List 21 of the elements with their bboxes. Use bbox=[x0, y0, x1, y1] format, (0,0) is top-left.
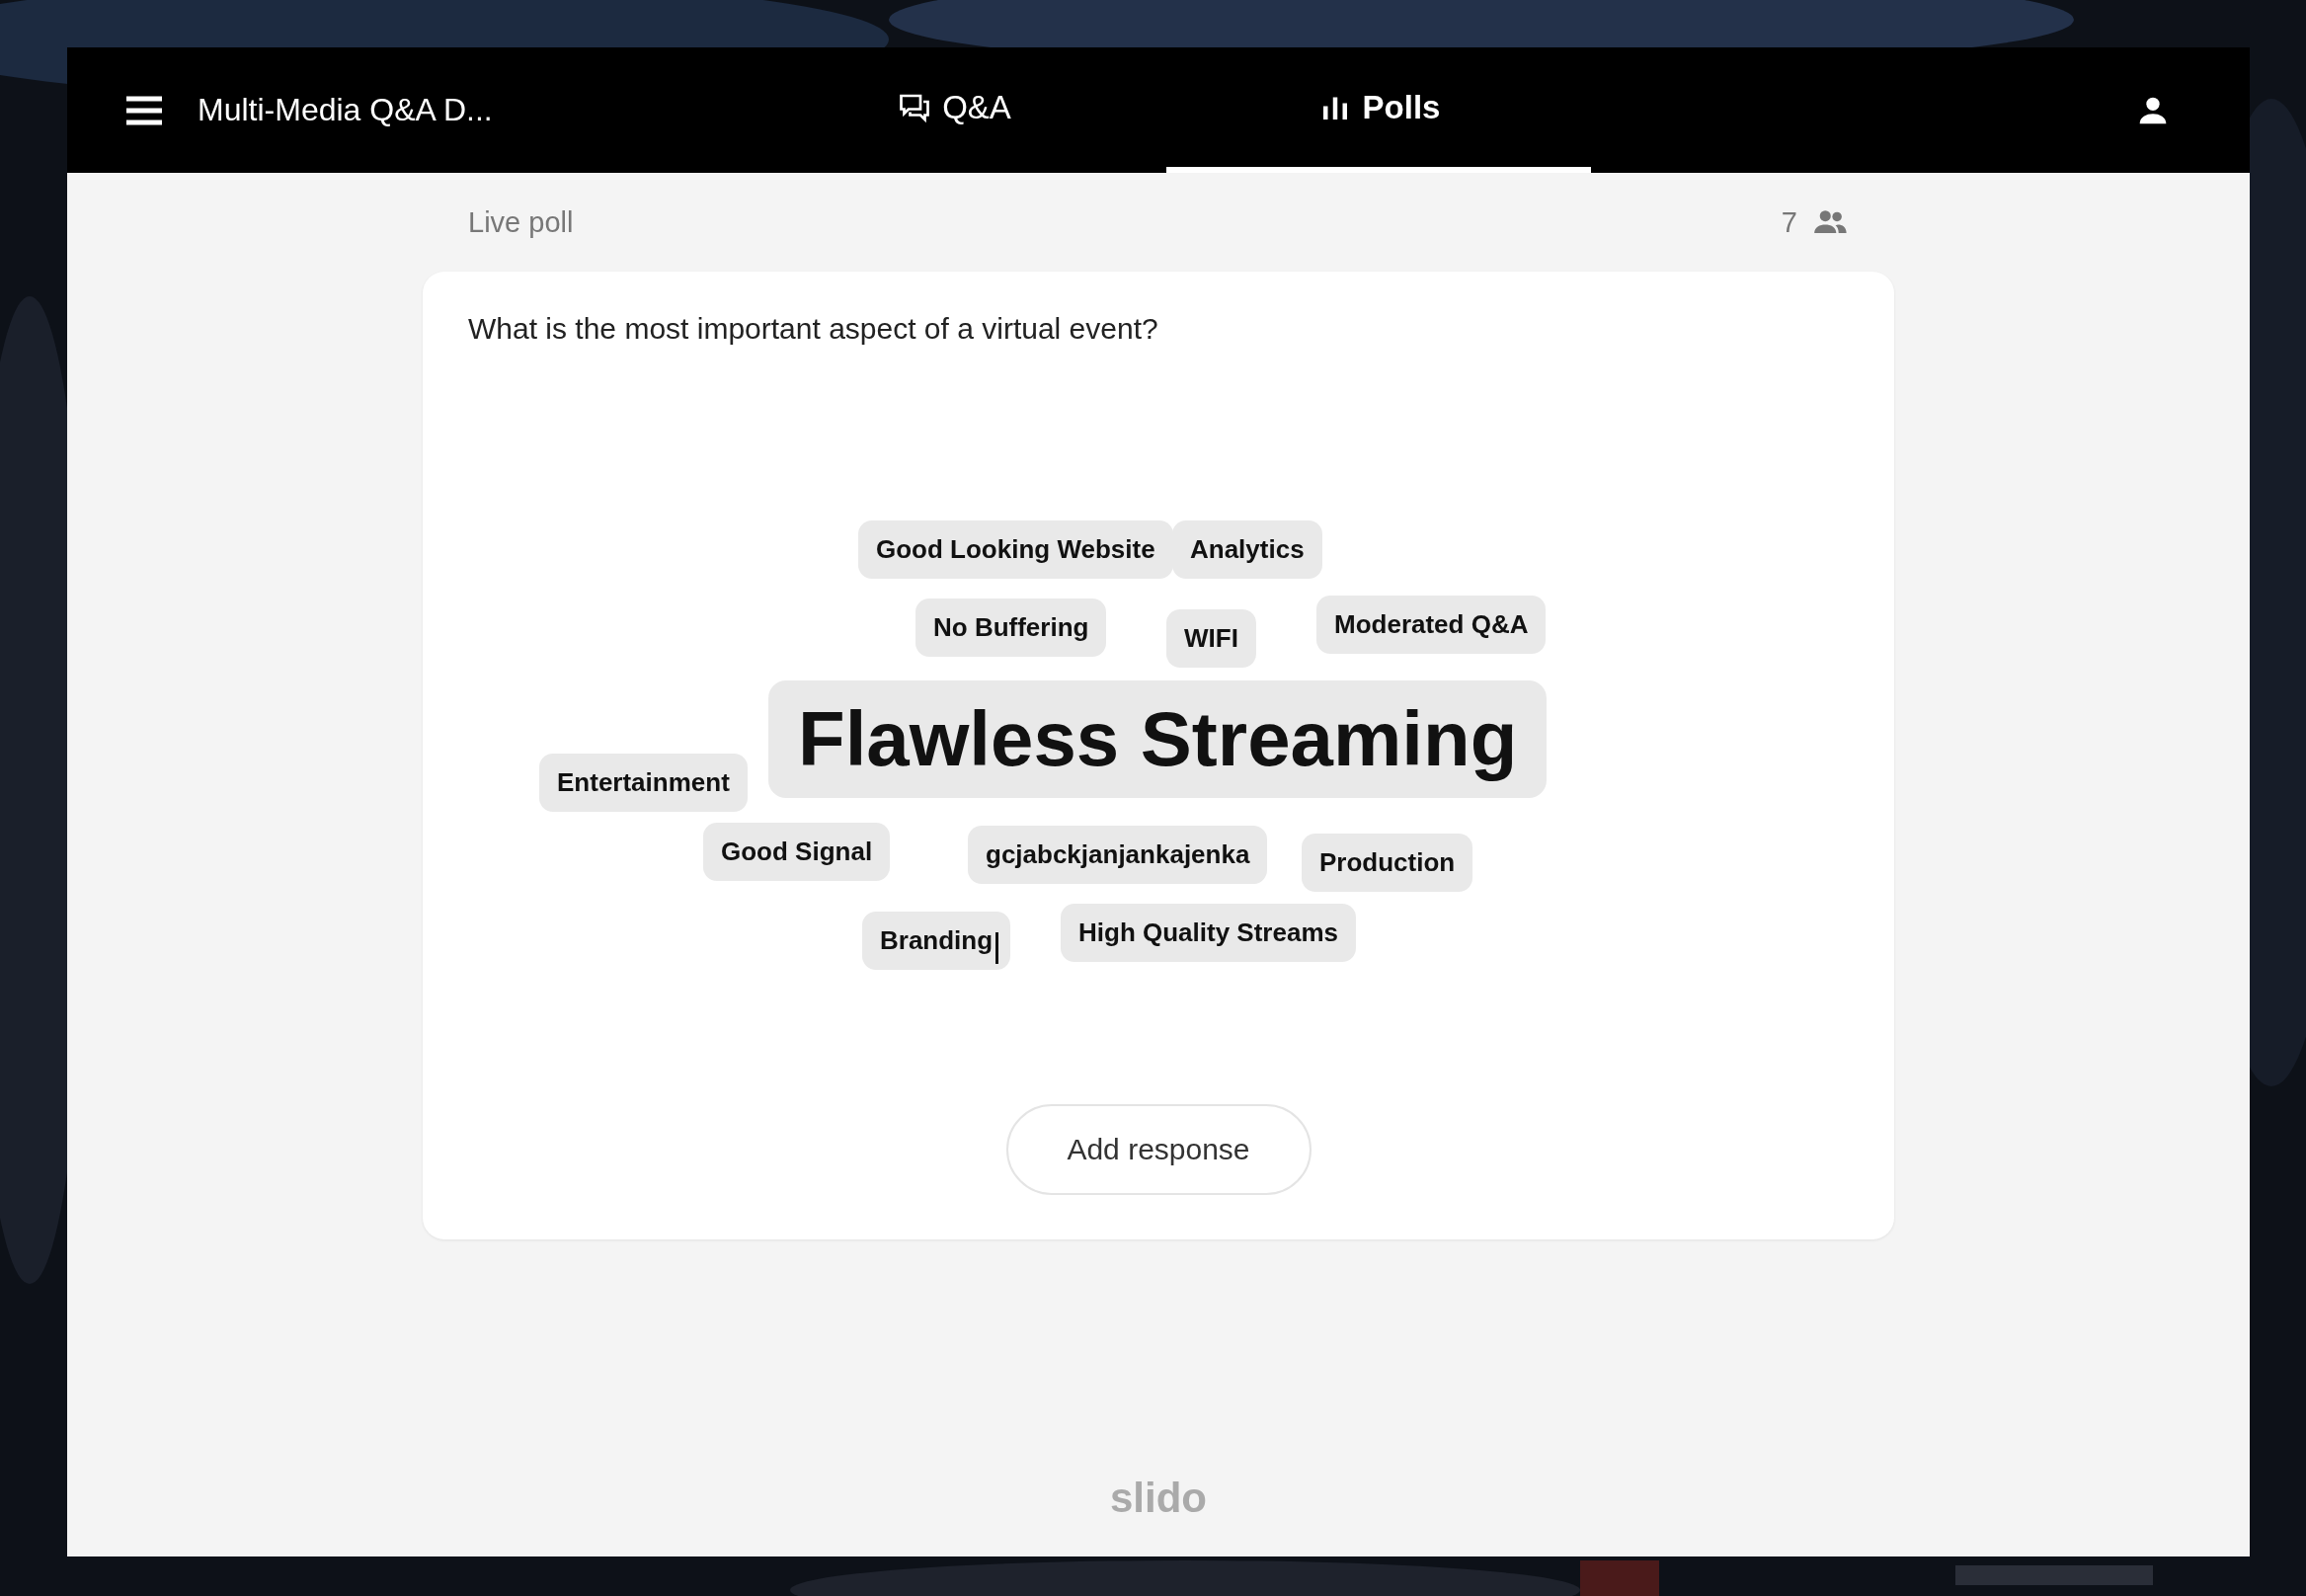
add-response-button[interactable]: Add response bbox=[1005, 1104, 1312, 1195]
word-cloud-entry: Production bbox=[1302, 834, 1473, 892]
word-cloud-entry: Flawless Streaming bbox=[768, 680, 1548, 798]
word-cloud-entry: Good Signal bbox=[703, 823, 891, 881]
word-cloud-entry: Analytics bbox=[1172, 520, 1322, 579]
event-title: Multi-Media Q&A D... bbox=[198, 92, 494, 128]
word-cloud-entry: WIFI bbox=[1166, 609, 1256, 668]
participant-count: 7 bbox=[1781, 205, 1797, 239]
text-cursor bbox=[995, 932, 998, 964]
word-cloud-entry: Branding bbox=[862, 912, 1011, 970]
word-cloud-entry: Good Looking Website bbox=[858, 520, 1173, 579]
word-cloud-entry: No Buffering bbox=[915, 598, 1107, 657]
poll-status: Live poll bbox=[468, 205, 574, 239]
poll-question: What is the most important aspect of a virtual event? bbox=[467, 311, 1159, 347]
word-cloud-entry: Moderated Q&A bbox=[1316, 596, 1547, 654]
word-cloud-entry: gcjabckjanjankajenka bbox=[968, 826, 1268, 884]
nav-tab[interactable]: Q&A bbox=[742, 47, 1166, 173]
word-cloud-entry: Entertainment bbox=[539, 754, 748, 812]
nav-tab[interactable]: Polls bbox=[1166, 47, 1591, 173]
slido-logo: slido bbox=[1110, 1475, 1207, 1522]
word-cloud-entry: High Quality Streams bbox=[1061, 904, 1356, 962]
